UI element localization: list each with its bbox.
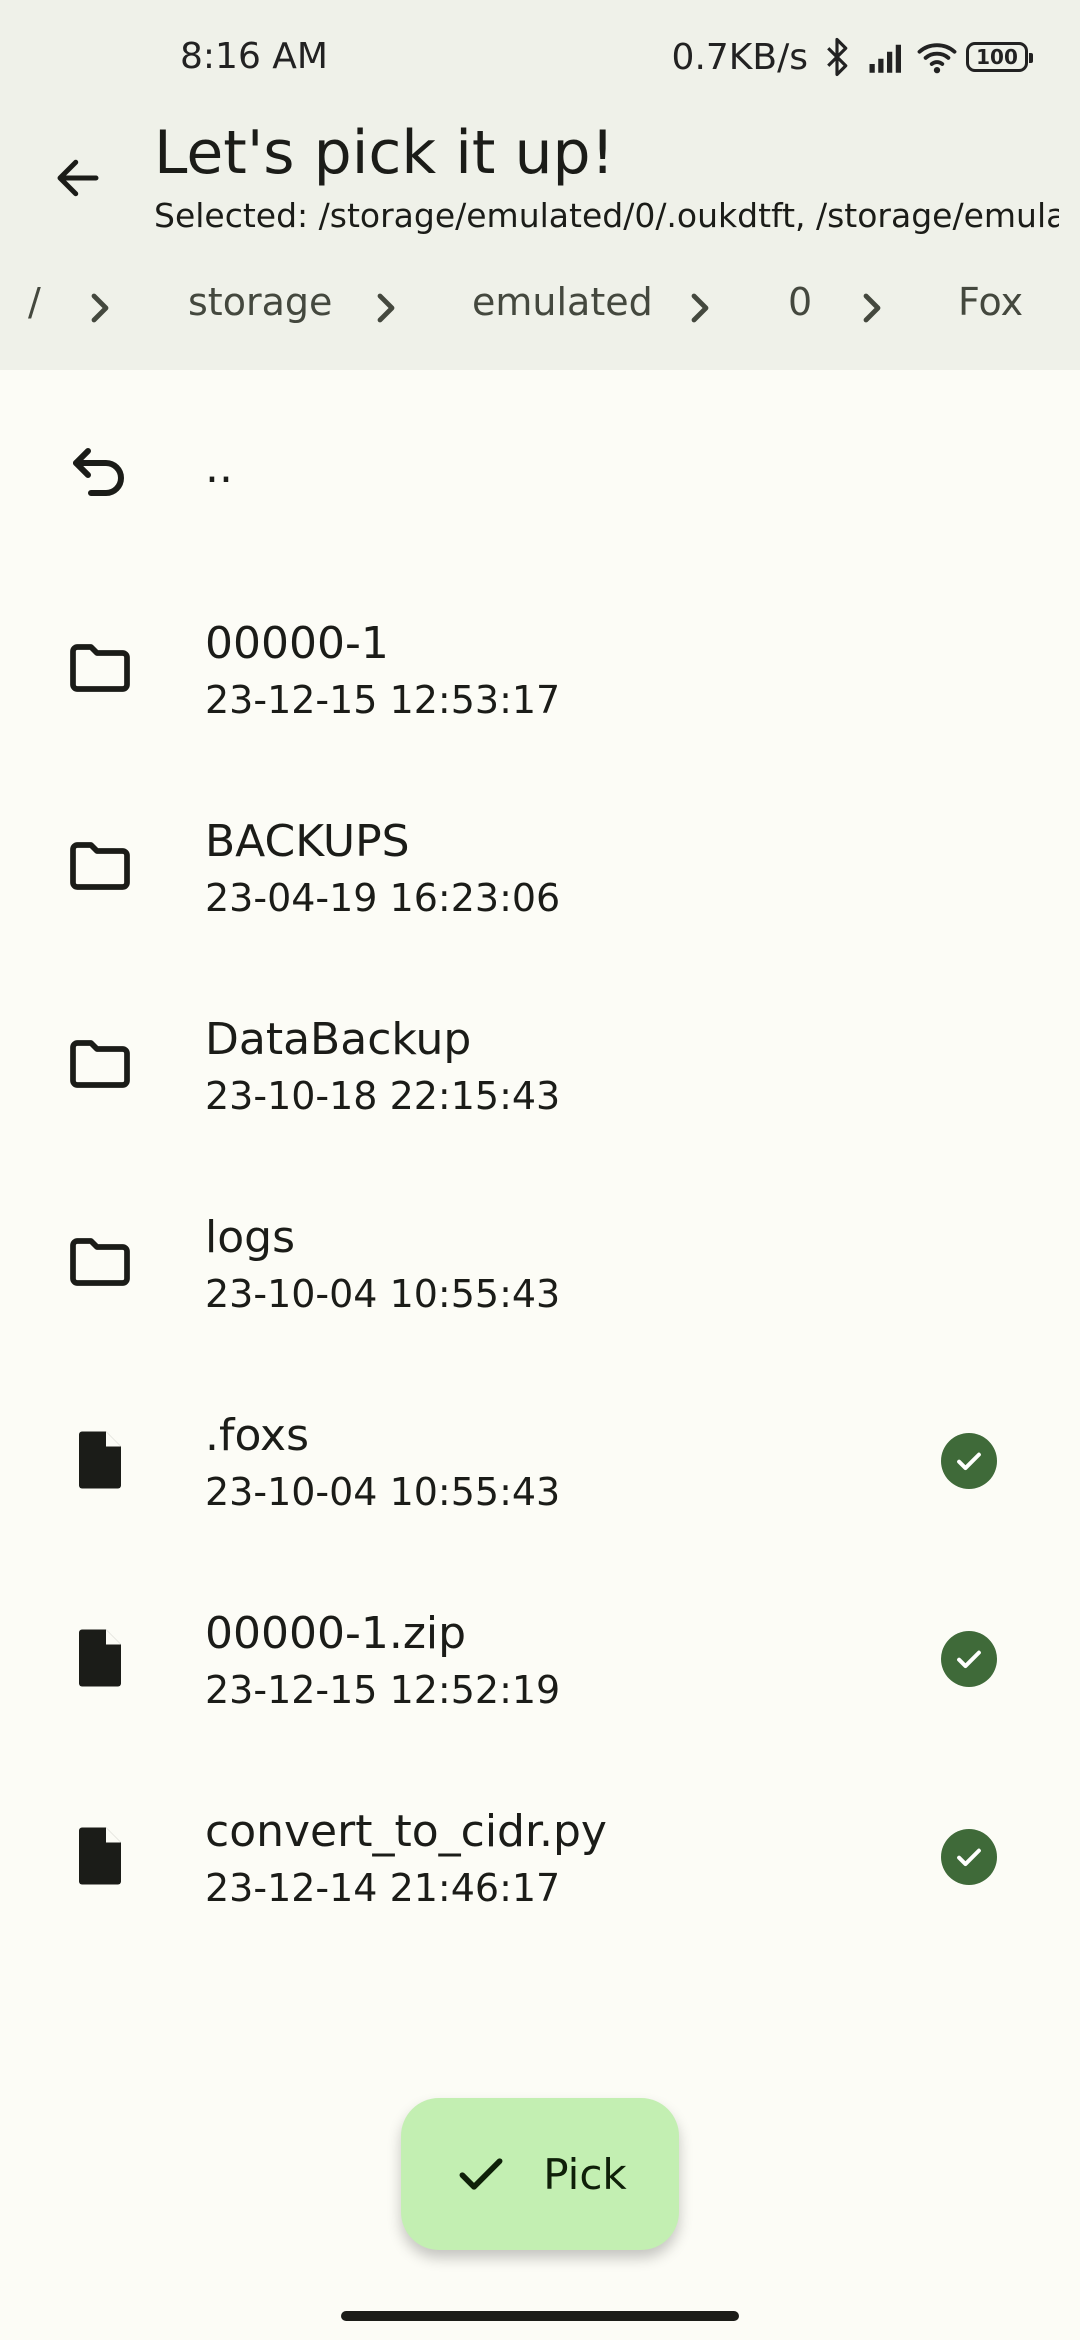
item-date: 23-12-14 21:46:17 [205, 1866, 561, 1910]
battery-icon: 100 [966, 42, 1033, 72]
item-date: 23-10-18 22:15:43 [205, 1074, 561, 1118]
selected-paths: Selected: /storage/emulated/0/.oukdtft, … [154, 196, 1059, 235]
item-date: 23-12-15 12:53:17 [205, 678, 561, 722]
item-name: convert_to_cidr.py [205, 1806, 607, 1857]
screen: 8:16 AM 0.7KB/s 100 Let's pick it up! Se… [0, 0, 1080, 2340]
home-indicator[interactable] [341, 2311, 739, 2321]
breadcrumb: / storage emulated 0 Fox [0, 270, 1080, 346]
item-date: 23-10-04 10:55:43 [205, 1272, 561, 1316]
list-item[interactable]: convert_to_cidr.py 23-12-14 21:46:17 [0, 1758, 1080, 1956]
undo-icon [73, 448, 124, 496]
check-icon [957, 1452, 981, 1471]
chevron-right-icon [691, 293, 709, 323]
list-item[interactable]: BACKUPS 23-04-19 16:23:06 [0, 768, 1080, 966]
list-item[interactable]: DataBackup 23-10-18 22:15:43 [0, 966, 1080, 1164]
breadcrumb-item-fox[interactable]: Fox [958, 280, 1023, 324]
breadcrumb-item-root[interactable]: / [28, 280, 41, 324]
folder-icon [70, 842, 130, 890]
list-item[interactable]: 00000-1.zip 23-12-15 12:52:19 [0, 1560, 1080, 1758]
list-item[interactable]: logs 23-10-04 10:55:43 [0, 1164, 1080, 1362]
breadcrumb-item-emulated[interactable]: emulated [472, 280, 653, 324]
item-name: 00000-1.zip [205, 1608, 467, 1659]
file-icon [79, 1827, 121, 1885]
pick-button[interactable]: Pick [401, 2098, 679, 2250]
signal-icon [869, 44, 901, 73]
breadcrumb-item-0[interactable]: 0 [788, 280, 812, 324]
list-item[interactable]: 00000-1 23-12-15 12:53:17 [0, 570, 1080, 768]
item-date: 23-12-15 12:52:19 [205, 1668, 561, 1712]
check-circle-icon[interactable] [941, 1433, 997, 1489]
parent-directory-row[interactable]: .. [0, 372, 1080, 570]
file-icon [79, 1629, 121, 1687]
status-time: 8:16 AM [180, 36, 328, 77]
check-icon [957, 1650, 981, 1669]
folder-icon [70, 1040, 130, 1088]
item-date: 23-04-19 16:23:06 [205, 876, 561, 920]
file-icon [79, 1431, 121, 1489]
check-icon [957, 1848, 981, 1867]
chevron-right-icon [863, 293, 881, 323]
status-bar: 8:16 AM 0.7KB/s 100 [0, 0, 1080, 118]
breadcrumb-item-storage[interactable]: storage [188, 280, 332, 324]
check-circle-icon[interactable] [941, 1829, 997, 1885]
top-app-bar: 8:16 AM 0.7KB/s 100 Let's pick it up! Se… [0, 0, 1080, 370]
chevron-right-icon [377, 293, 395, 323]
network-speed: 0.7KB/s [671, 36, 808, 78]
item-name: BACKUPS [205, 816, 410, 867]
item-name: 00000-1 [205, 618, 389, 669]
parent-label: .. [205, 442, 233, 493]
back-button[interactable] [36, 136, 120, 220]
wifi-icon [917, 43, 957, 74]
folder-icon [70, 644, 130, 692]
item-name: .foxs [205, 1410, 310, 1461]
check-icon [459, 2158, 503, 2190]
chevron-right-icon [91, 293, 109, 323]
page-title: Let's pick it up! [154, 118, 615, 188]
item-name: logs [205, 1212, 295, 1263]
item-date: 23-10-04 10:55:43 [205, 1470, 561, 1514]
bluetooth-icon [827, 37, 848, 77]
item-name: DataBackup [205, 1014, 472, 1065]
arrow-back-icon [57, 159, 99, 197]
pick-button-label: Pick [543, 2149, 627, 2199]
list-item[interactable]: .foxs 23-10-04 10:55:43 [0, 1362, 1080, 1560]
folder-icon [70, 1238, 130, 1286]
battery-level: 100 [976, 45, 1018, 69]
status-right: 0.7KB/s 100 [671, 36, 1033, 78]
check-circle-icon[interactable] [941, 1631, 997, 1687]
